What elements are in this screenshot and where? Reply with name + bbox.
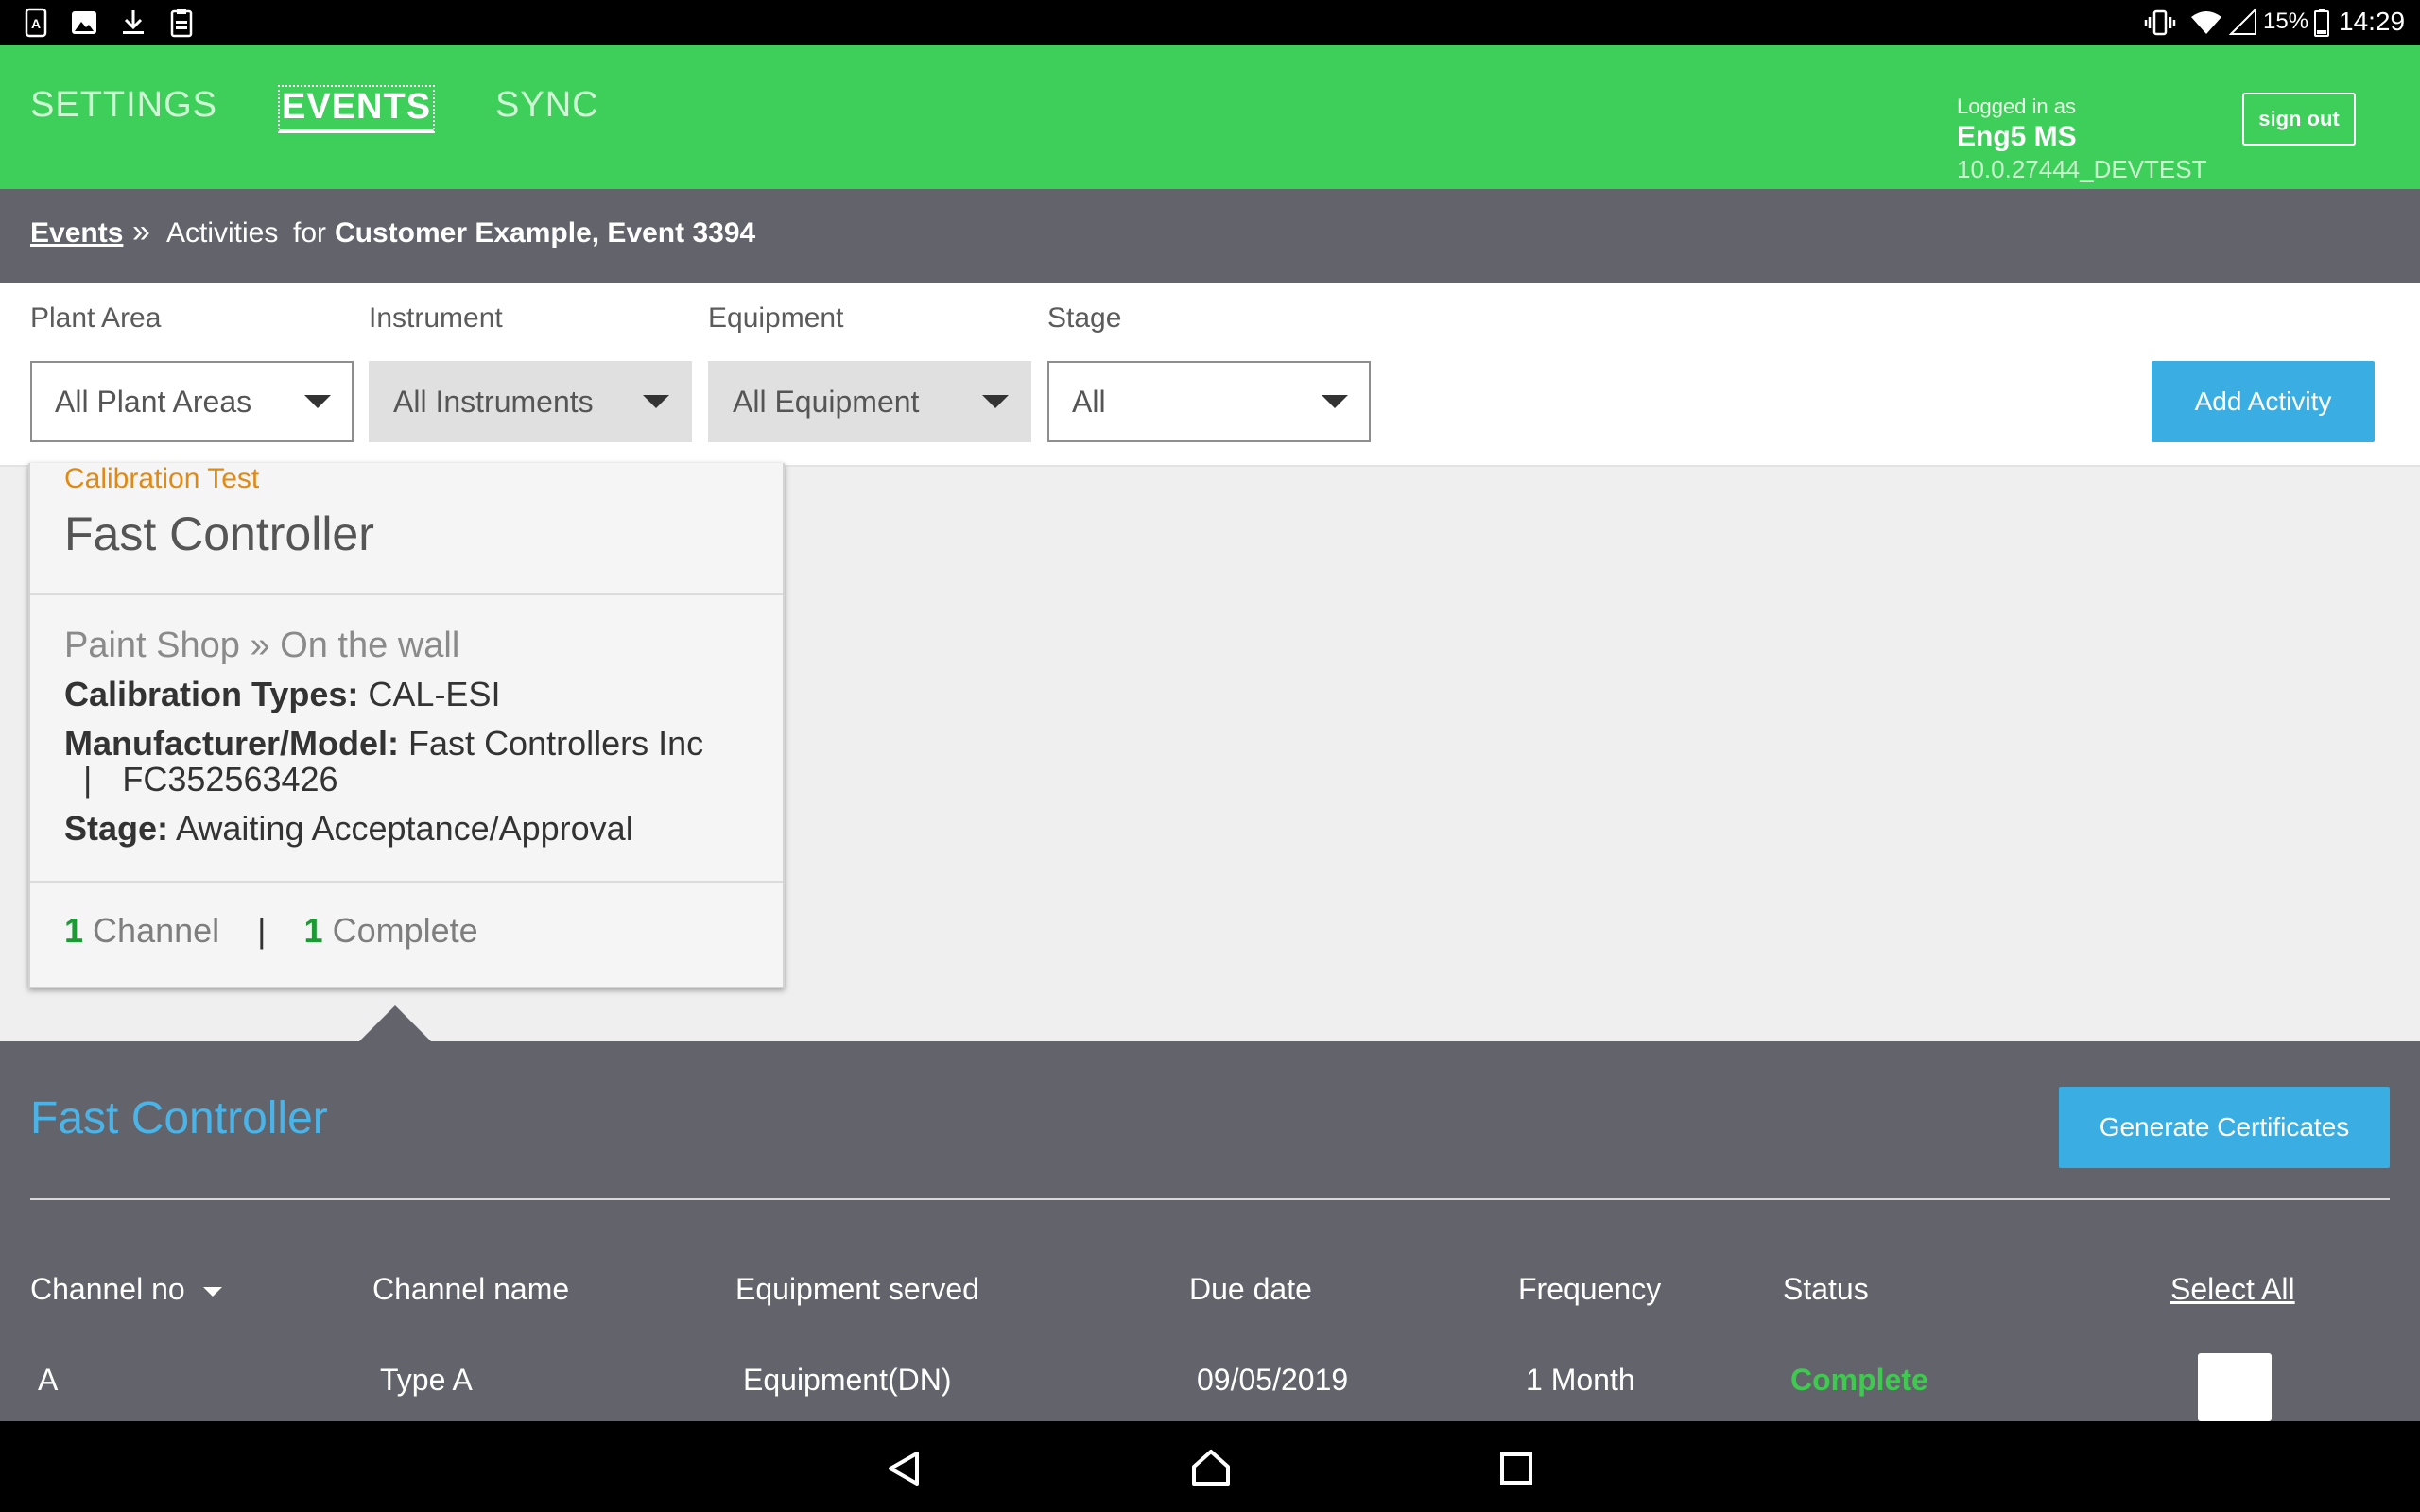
filter-bar: Plant Area All Plant Areas Instrument Al… [0, 284, 2420, 467]
column-header-channel-name: Channel name [372, 1272, 570, 1306]
back-icon[interactable] [885, 1450, 923, 1492]
equipment-value: All Equipment [733, 384, 920, 419]
cell-channel-no: A [38, 1363, 59, 1397]
breadcrumb: Events » Activities for Customer Example… [0, 189, 2420, 284]
column-header-equipment-served: Equipment served [735, 1272, 979, 1306]
column-header-frequency: Frequency [1518, 1272, 1662, 1306]
stage-value: All [1072, 384, 1106, 419]
user-name: Eng5 MS [1957, 121, 2077, 152]
model-number: | FC352563426 [83, 760, 338, 799]
stage-label: Stage: [64, 809, 169, 848]
equipment-select[interactable]: All Equipment [708, 361, 1031, 442]
cell-equipment-served: Equipment(DN) [743, 1363, 952, 1397]
activity-type: Calibration Test [64, 463, 260, 494]
instrument-select[interactable]: All Instruments [369, 361, 692, 442]
column-header-status: Status [1783, 1272, 1869, 1306]
system-nav-bar [0, 1421, 2420, 1512]
tab-events[interactable]: EVENTS [278, 85, 436, 133]
wifi-icon [2189, 8, 2223, 38]
generate-certificates-button[interactable]: Generate Certificates [2059, 1087, 2390, 1168]
detail-divider [30, 1198, 2390, 1200]
battery-percent: 15% [2263, 9, 2309, 34]
breadcrumb-current: Activities [166, 217, 279, 249]
calibration-types: Calibration Types: CAL-ESI [64, 675, 500, 714]
breadcrumb-events-link[interactable]: Events [30, 217, 123, 249]
home-icon[interactable] [1190, 1448, 1232, 1492]
column-header-due-date: Due date [1189, 1272, 1312, 1306]
top-nav: SETTINGS EVENTS SYNC Logged in as Eng5 M… [0, 45, 2420, 189]
chevron-down-icon [1322, 395, 1348, 408]
breadcrumb-separator: » [132, 214, 150, 249]
stage-select[interactable]: All [1047, 361, 1371, 442]
plant-area-value: All Plant Areas [55, 384, 252, 419]
a-app-icon: A [25, 8, 53, 38]
tab-settings[interactable]: SETTINGS [30, 85, 217, 126]
instrument-value: All Instruments [393, 384, 594, 419]
breadcrumb-for: for [293, 217, 327, 249]
complete-label: Complete [332, 911, 478, 950]
mfr-label: Manufacturer/Model: [64, 724, 400, 763]
column-header-channel-no[interactable]: Channel no [30, 1272, 222, 1307]
activity-title: Fast Controller [64, 507, 374, 560]
chevron-down-icon [982, 395, 1009, 408]
filter-label-stage: Stage [1047, 302, 1122, 334]
activity-location: Paint Shop » On the wall [64, 626, 459, 666]
battery-icon [2312, 8, 2331, 38]
card-divider [30, 593, 783, 595]
vibrate-icon [2144, 8, 2176, 38]
clock: 14:29 [2339, 7, 2406, 36]
breadcrumb-context: Customer Example, Event 3394 [335, 217, 756, 249]
add-activity-button[interactable]: Add Activity [2152, 361, 2375, 442]
clipboard-icon [170, 8, 199, 38]
channel-label: Channel [93, 911, 220, 950]
filter-label-plant-area: Plant Area [30, 302, 162, 334]
cell-frequency: 1 Month [1526, 1363, 1635, 1397]
count-separator: | [257, 911, 267, 950]
tab-sync[interactable]: SYNC [495, 85, 599, 126]
user-info: Logged in as Eng5 MS 10.0.27444_DEVTEST [1957, 94, 2207, 184]
status-bar: A 15% 14:29 [0, 0, 2420, 45]
recents-icon[interactable] [1499, 1452, 1533, 1490]
cell-due-date: 09/05/2019 [1197, 1363, 1349, 1397]
location-separator: » [250, 626, 270, 665]
channel-no-label: Channel no [30, 1272, 185, 1306]
filter-label-equipment: Equipment [708, 302, 844, 334]
download-icon [119, 8, 147, 38]
sign-out-button[interactable]: sign out [2242, 93, 2356, 146]
cal-types-value: CAL-ESI [368, 675, 501, 713]
activity-card[interactable]: Calibration Test Fast Controller Paint S… [28, 463, 785, 988]
card-divider [30, 881, 783, 883]
cell-status: Complete [1790, 1363, 1928, 1397]
mfr-value: Fast Controllers Inc [408, 724, 704, 763]
card-pointer-arrow [357, 1005, 433, 1043]
location-place: On the wall [280, 626, 460, 665]
stage-text: Awaiting Acceptance/Approval [176, 809, 633, 848]
svg-text:A: A [31, 16, 41, 31]
activity-stage: Stage: Awaiting Acceptance/Approval [64, 809, 633, 849]
detail-title: Fast Controller [30, 1093, 328, 1143]
chevron-down-icon [643, 395, 669, 408]
chevron-down-icon [304, 395, 331, 408]
model-value: FC352563426 [122, 760, 338, 799]
channel-summary: 1 Channel | 1 Complete [64, 911, 478, 951]
row-select-checkbox[interactable] [2198, 1353, 2272, 1421]
version-text: 10.0.27444_DEVTEST [1957, 155, 2207, 183]
signal-icon [2228, 7, 2257, 38]
complete-count: 1 [303, 911, 323, 950]
channel-count: 1 [64, 911, 84, 950]
cell-channel-name: Type A [380, 1363, 473, 1397]
select-all-link[interactable]: Select All [2170, 1272, 2295, 1307]
model-separator: | [83, 760, 93, 799]
sort-down-icon [202, 1286, 222, 1297]
logged-in-label: Logged in as [1957, 94, 2076, 118]
plant-area-select[interactable]: All Plant Areas [30, 361, 354, 442]
manufacturer-model: Manufacturer/Model: Fast Controllers Inc [64, 724, 703, 764]
location-area: Paint Shop [64, 626, 240, 665]
cal-types-label: Calibration Types: [64, 675, 359, 713]
image-icon [70, 8, 98, 38]
filter-label-instrument: Instrument [369, 302, 503, 334]
activity-detail-panel: Fast Controller Generate Certificates Ch… [0, 1041, 2420, 1421]
